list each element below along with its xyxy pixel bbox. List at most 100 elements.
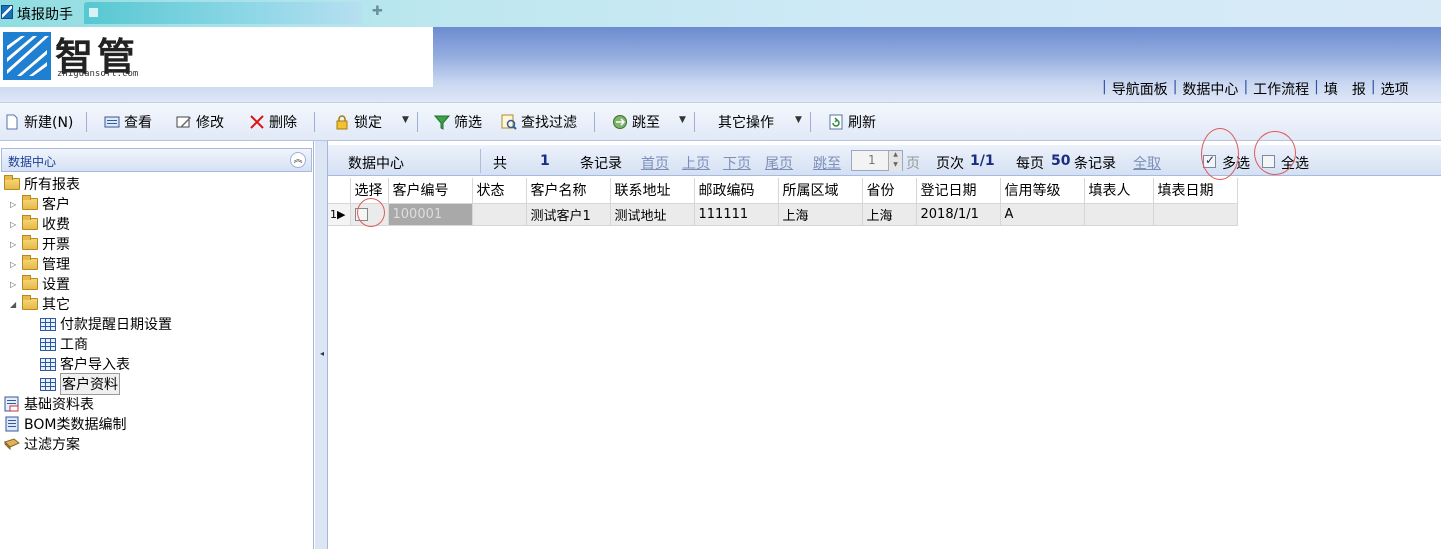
column-header[interactable]: 填表人 — [1084, 178, 1154, 204]
cell-postcode[interactable]: 111111 — [694, 203, 779, 226]
tree-basic-data[interactable]: 基础资料表 — [4, 394, 94, 414]
cell-province[interactable]: 上海 — [862, 203, 917, 226]
expand-arrow-icon[interactable]: ▷ — [10, 240, 20, 249]
cell-reg-date[interactable]: 2018/1/1 — [916, 203, 1001, 226]
other-ops-button[interactable]: 其它操作 — [718, 111, 774, 133]
jump-globe-icon — [612, 114, 628, 130]
cell-filler[interactable] — [1084, 203, 1154, 226]
column-header[interactable]: 省份 — [862, 178, 917, 204]
logo-domain: zhiguansoft.com — [57, 69, 139, 79]
new-tab-icon[interactable]: ✚ — [372, 4, 383, 19]
table-icon — [40, 337, 56, 351]
tree-folder-charges[interactable]: ▷ 收费 — [10, 214, 70, 234]
new-button[interactable]: 新建(N) — [4, 111, 73, 133]
next-page-link[interactable]: 下页 — [723, 153, 751, 173]
edit-button[interactable]: 修改 — [176, 111, 224, 133]
expand-arrow-icon[interactable]: ▷ — [10, 280, 20, 289]
tree-folder-other[interactable]: ◢ 其它 — [10, 294, 70, 314]
column-header[interactable]: 客户编号 — [388, 178, 473, 204]
row-header[interactable]: 1▶ — [328, 203, 351, 226]
nav-workflow[interactable]: 工作流程 — [1253, 79, 1309, 99]
collapse-chevron-icon[interactable]: ︽ — [290, 152, 306, 168]
expand-arrow-icon[interactable]: ▷ — [10, 200, 20, 209]
app-icon — [1, 5, 13, 19]
total-prefix: 共 — [493, 156, 507, 172]
jump-button[interactable]: 跳至 — [612, 111, 660, 133]
cell-credit[interactable]: A — [1000, 203, 1085, 226]
stepper-down-icon[interactable]: ▼ — [888, 161, 902, 171]
cell-region[interactable]: 上海 — [778, 203, 863, 226]
folder-open-icon — [4, 175, 20, 190]
cell-status[interactable] — [472, 203, 527, 226]
table-icon — [40, 317, 56, 331]
annotation-circle — [357, 198, 385, 227]
expand-arrow-icon[interactable]: ▷ — [10, 260, 20, 269]
splitter-grip-icon[interactable]: ◂ — [320, 349, 324, 358]
table-row[interactable]: 1▶ 100001 测试客户1 测试地址 111111 上海 上海 2018/1… — [328, 203, 1238, 226]
cancel-all-link[interactable]: 全取 — [1133, 153, 1161, 173]
tree-folder-customer[interactable]: ▷ 客户 — [10, 194, 70, 214]
panel-header: 数据中心 ︽ — [1, 148, 312, 172]
column-header[interactable]: 登记日期 — [916, 178, 1001, 204]
delete-button[interactable]: 删除 — [249, 111, 297, 133]
first-page-link[interactable]: 首页 — [641, 153, 669, 173]
page-number-stepper[interactable]: 1 ▲ ▼ — [851, 150, 903, 171]
tree-filter-scheme[interactable]: 过滤方案 — [4, 434, 80, 454]
column-header[interactable]: 填表日期 — [1153, 178, 1238, 204]
column-header[interactable]: 所属区域 — [778, 178, 863, 204]
lock-dropdown-icon[interactable]: ▼ — [402, 115, 409, 125]
navigation-panel: 数据中心 ︽ 所有报表 ▷ 客户 ▷ 收费 ▷ 开票 ▷ 管理 ▷ 设置 ◢ 其 — [0, 141, 314, 549]
folder-open-icon — [22, 295, 38, 310]
stepper-up-icon[interactable]: ▲ — [888, 151, 902, 161]
nav-fill-report[interactable]: 填 报 — [1324, 79, 1366, 99]
row-header-corner — [328, 178, 351, 204]
jump-page-link[interactable]: 跳至 — [813, 153, 841, 173]
data-panel: 数据中心 共 1 条记录 首页 上页 下页 尾页 跳至 1 ▲ ▼ 页 页次 1… — [328, 128, 1441, 549]
last-page-link[interactable]: 尾页 — [765, 153, 793, 173]
app-header: 智管 zhiguansoft.com | 导航面板 | 数据中心 | 工作流程 … — [0, 27, 1441, 102]
delete-x-icon — [249, 114, 265, 130]
cell-name[interactable]: 测试客户1 — [526, 203, 611, 226]
cell-code[interactable]: 100001 — [388, 203, 473, 226]
prev-page-link[interactable]: 上页 — [682, 153, 710, 173]
column-header[interactable]: 客户名称 — [526, 178, 611, 204]
tree-root[interactable]: 所有报表 — [4, 174, 80, 194]
tree-item-business[interactable]: 工商 — [40, 334, 88, 354]
search-filter-button[interactable]: 查找过滤 — [501, 111, 577, 133]
folder-icon — [22, 275, 38, 290]
jump-dropdown-icon[interactable]: ▼ — [679, 115, 686, 125]
other-ops-dropdown-icon[interactable]: ▼ — [795, 115, 802, 125]
filter-funnel-icon — [433, 114, 451, 130]
tree-folder-settings[interactable]: ▷ 设置 — [10, 274, 70, 294]
panel-splitter[interactable]: ◂ — [315, 141, 328, 549]
annotation-circle — [1254, 131, 1296, 175]
nav-data-center[interactable]: 数据中心 — [1182, 79, 1238, 99]
expand-arrow-icon[interactable]: ▷ — [10, 220, 20, 229]
browser-tab[interactable] — [84, 2, 362, 24]
view-button[interactable]: 查看 — [104, 111, 152, 133]
column-header[interactable]: 邮政编码 — [694, 178, 779, 204]
tree-item-customer-import[interactable]: 客户导入表 — [40, 354, 130, 374]
nav-nav-panel[interactable]: 导航面板 — [1112, 79, 1168, 99]
cell-address[interactable]: 测试地址 — [610, 203, 695, 226]
tree-item-payment-reminder[interactable]: 付款提醒日期设置 — [40, 314, 172, 334]
top-nav: | 导航面板 | 数据中心 | 工作流程 | 填 报 | 选项 — [1102, 79, 1409, 99]
lock-button[interactable]: 锁定 — [334, 111, 382, 133]
nav-options[interactable]: 选项 — [1381, 79, 1409, 99]
column-header[interactable]: 联系地址 — [610, 178, 695, 204]
column-header[interactable]: 状态 — [472, 178, 527, 204]
tree-item-customer-profile[interactable]: 客户资料 — [40, 373, 120, 395]
logo-mark-icon — [3, 32, 51, 80]
bom-data-icon — [4, 416, 20, 432]
view-icon — [104, 114, 120, 130]
column-header[interactable]: 信用等级 — [1000, 178, 1085, 204]
tree-folder-invoice[interactable]: ▷ 开票 — [10, 234, 70, 254]
refresh-button[interactable]: 刷新 — [828, 111, 876, 133]
table-icon — [40, 357, 56, 371]
refresh-icon — [828, 114, 844, 130]
collapse-arrow-icon[interactable]: ◢ — [10, 300, 20, 309]
tree-folder-manage[interactable]: ▷ 管理 — [10, 254, 70, 274]
cell-fill-date[interactable] — [1153, 203, 1238, 226]
filter-button[interactable]: 筛选 — [433, 111, 482, 133]
tree-bom-data[interactable]: BOM类数据编制 — [4, 414, 126, 434]
